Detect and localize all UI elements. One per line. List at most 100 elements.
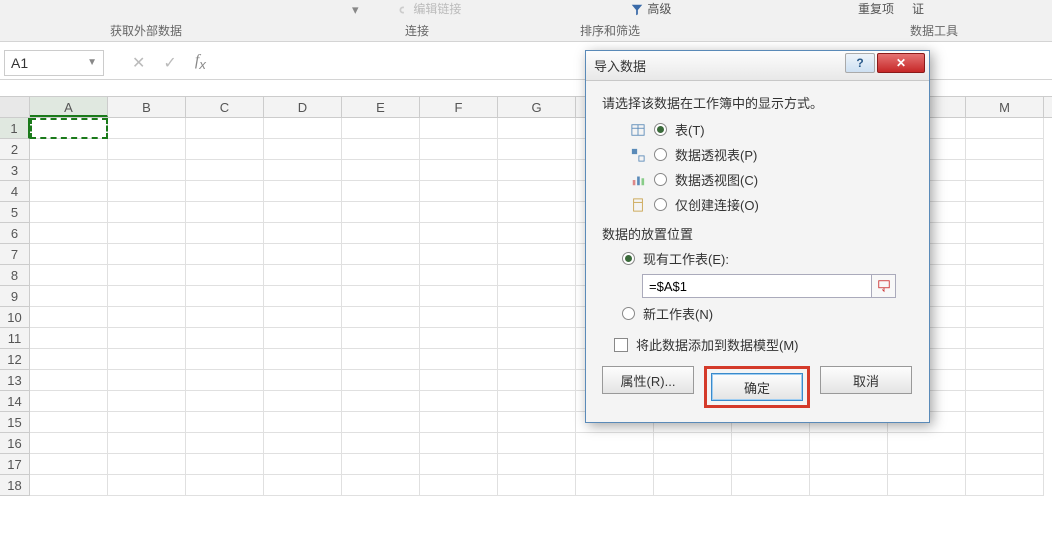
cell[interactable] xyxy=(498,475,576,496)
fx-icon[interactable]: fx xyxy=(195,52,206,72)
row-header[interactable]: 9 xyxy=(0,286,30,307)
cell[interactable] xyxy=(30,307,108,328)
cell[interactable] xyxy=(732,475,810,496)
cell[interactable] xyxy=(186,454,264,475)
cell[interactable] xyxy=(264,412,342,433)
cell[interactable] xyxy=(342,181,420,202)
cell[interactable] xyxy=(342,328,420,349)
cell[interactable] xyxy=(420,328,498,349)
cell[interactable] xyxy=(498,454,576,475)
cell[interactable] xyxy=(30,370,108,391)
cell[interactable] xyxy=(108,223,186,244)
row-header[interactable]: 10 xyxy=(0,307,30,328)
cell[interactable] xyxy=(30,118,108,139)
col-header[interactable]: E xyxy=(342,97,420,117)
cell[interactable] xyxy=(420,433,498,454)
cell[interactable] xyxy=(264,181,342,202)
cell[interactable] xyxy=(420,139,498,160)
checkbox-add-to-model[interactable] xyxy=(614,338,628,352)
close-button[interactable]: ✕ xyxy=(877,53,925,73)
cell[interactable] xyxy=(264,328,342,349)
cell[interactable] xyxy=(420,286,498,307)
cell[interactable] xyxy=(966,328,1044,349)
cell[interactable] xyxy=(576,454,654,475)
cell[interactable] xyxy=(498,391,576,412)
col-header[interactable]: B xyxy=(108,97,186,117)
cell[interactable] xyxy=(264,118,342,139)
row-header[interactable]: 3 xyxy=(0,160,30,181)
col-header[interactable]: F xyxy=(420,97,498,117)
ok-button[interactable]: 确定 xyxy=(711,373,803,401)
cell[interactable] xyxy=(654,433,732,454)
cell[interactable] xyxy=(420,370,498,391)
cell[interactable] xyxy=(498,160,576,181)
radio-new-sheet[interactable] xyxy=(622,307,635,320)
cell[interactable] xyxy=(966,244,1044,265)
cell[interactable] xyxy=(966,475,1044,496)
cell[interactable] xyxy=(186,202,264,223)
cell[interactable] xyxy=(342,307,420,328)
cell[interactable] xyxy=(966,391,1044,412)
cell[interactable] xyxy=(264,349,342,370)
cell[interactable] xyxy=(420,475,498,496)
dialog-titlebar[interactable]: 导入数据 ? ✕ xyxy=(586,51,929,81)
cell[interactable] xyxy=(108,475,186,496)
name-box[interactable]: A1 ▼ xyxy=(4,50,104,76)
cell[interactable] xyxy=(186,433,264,454)
cell[interactable] xyxy=(342,244,420,265)
cell[interactable] xyxy=(108,118,186,139)
cell[interactable] xyxy=(498,349,576,370)
radio-pivot-chart[interactable] xyxy=(654,173,667,186)
row-header[interactable]: 1 xyxy=(0,118,30,139)
cell[interactable] xyxy=(30,475,108,496)
row-header[interactable]: 18 xyxy=(0,475,30,496)
cell[interactable] xyxy=(966,454,1044,475)
cell[interactable] xyxy=(186,118,264,139)
cell[interactable] xyxy=(342,286,420,307)
cell[interactable] xyxy=(108,307,186,328)
cell[interactable] xyxy=(108,202,186,223)
cell-reference-input[interactable] xyxy=(642,274,872,298)
cell[interactable] xyxy=(186,286,264,307)
cell[interactable] xyxy=(732,454,810,475)
cell[interactable] xyxy=(30,349,108,370)
cell[interactable] xyxy=(888,454,966,475)
row-header[interactable]: 15 xyxy=(0,412,30,433)
radio-table[interactable] xyxy=(654,123,667,136)
cell[interactable] xyxy=(498,265,576,286)
cell[interactable] xyxy=(342,265,420,286)
cell[interactable] xyxy=(186,412,264,433)
cell[interactable] xyxy=(810,454,888,475)
cell[interactable] xyxy=(342,370,420,391)
cell[interactable] xyxy=(498,328,576,349)
cell[interactable] xyxy=(420,391,498,412)
cell[interactable] xyxy=(420,307,498,328)
cell[interactable] xyxy=(654,475,732,496)
cell[interactable] xyxy=(264,244,342,265)
col-header[interactable]: G xyxy=(498,97,576,117)
cell[interactable] xyxy=(420,202,498,223)
cell[interactable] xyxy=(108,433,186,454)
row-header[interactable]: 5 xyxy=(0,202,30,223)
radio-connection-only[interactable] xyxy=(654,198,667,211)
cell[interactable] xyxy=(966,286,1044,307)
properties-button[interactable]: 属性(R)... xyxy=(602,366,694,394)
cell[interactable] xyxy=(30,433,108,454)
cell[interactable] xyxy=(30,202,108,223)
cell[interactable] xyxy=(108,160,186,181)
cell[interactable] xyxy=(264,202,342,223)
cell[interactable] xyxy=(498,202,576,223)
cell[interactable] xyxy=(498,118,576,139)
row-header[interactable]: 17 xyxy=(0,454,30,475)
cancel-button[interactable]: 取消 xyxy=(820,366,912,394)
cell[interactable] xyxy=(30,286,108,307)
row-header[interactable]: 11 xyxy=(0,328,30,349)
row-header[interactable]: 7 xyxy=(0,244,30,265)
cell[interactable] xyxy=(186,139,264,160)
ribbon-btn-dup[interactable]: 重复项 xyxy=(858,0,894,17)
cell[interactable] xyxy=(186,160,264,181)
cell[interactable] xyxy=(264,223,342,244)
cell[interactable] xyxy=(498,181,576,202)
cell[interactable] xyxy=(186,244,264,265)
col-header[interactable]: M xyxy=(966,97,1044,117)
